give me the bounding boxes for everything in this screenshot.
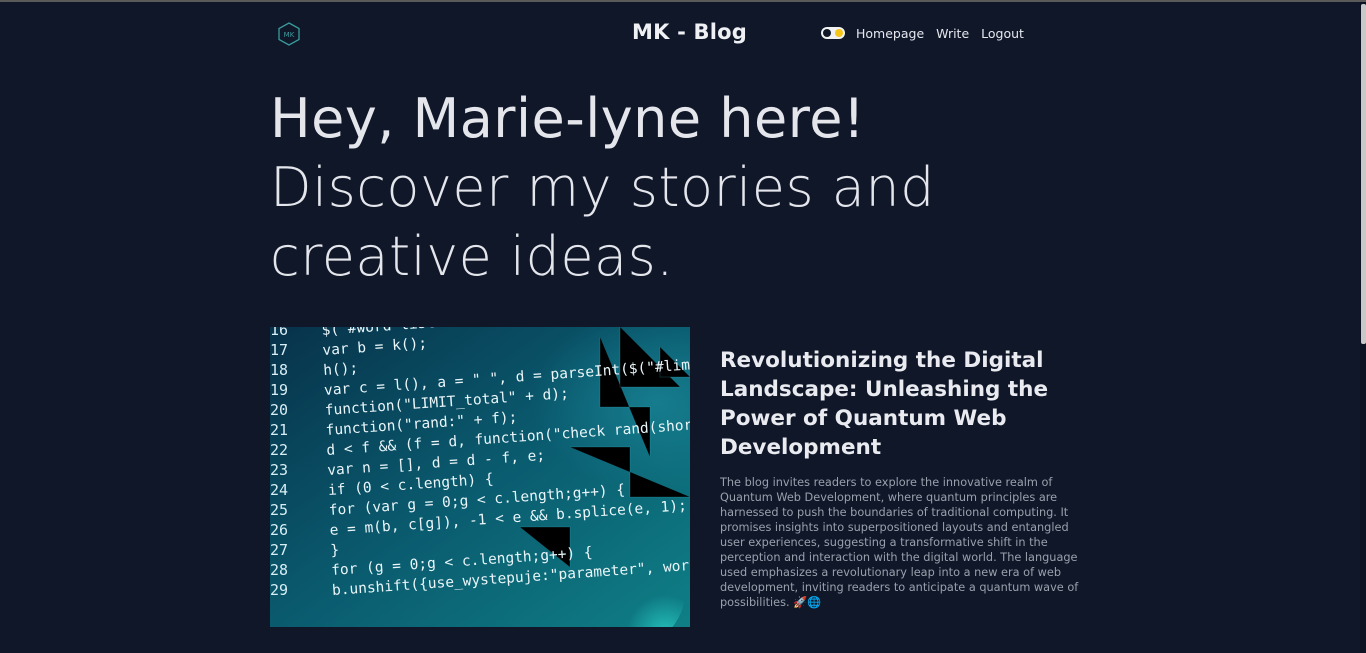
code-line-number: 19 [270,381,288,399]
code-line-number: 17 [270,341,288,359]
site-header: MK MK - Blog Homepage Write Logout [270,2,1024,64]
code-line-number: 29 [270,581,288,599]
main-nav: Homepage Write Logout [856,26,1024,41]
theme-toggle[interactable] [821,27,845,39]
code-screenshot-image: 16$("#word-list-out").e(" ");17var b = k… [270,327,690,627]
scrollbar-thumb[interactable] [1361,4,1366,344]
code-line-number: 24 [270,481,288,499]
code-line-number: 16 [270,327,288,339]
nav-homepage-link[interactable]: Homepage [856,26,924,41]
hero-heading: Hey, Marie-lyne here! Discover my storie… [270,84,1030,291]
hero-greeting: Hey, Marie-lyne here! [270,87,866,150]
sun-icon [835,29,843,37]
hero-line-2: Discover my stories and [270,156,935,219]
code-line-number: 26 [270,521,288,539]
code-line-number: 18 [270,361,288,379]
featured-post-image[interactable]: 16$("#word-list-out").e(" ");17var b = k… [270,327,690,627]
code-line-number: 21 [270,421,288,439]
code-line-number: 22 [270,441,288,459]
logo-text: MK [284,31,295,39]
featured-post-title[interactable]: Revolutionizing the Digital Landscape: U… [720,346,1080,462]
code-line-number: 28 [270,561,288,579]
hero-line-3: creative ideas. [270,225,674,288]
mk-logo-icon[interactable]: MK [278,22,300,46]
code-line-number: 27 [270,541,288,559]
page-scrollbar[interactable] [1360,2,1366,653]
featured-post-description: The blog invites readers to explore the … [720,476,1079,609]
code-line-text: h(); [323,361,359,379]
code-line-text: } [330,542,340,559]
toggle-knob [823,29,831,37]
nav-logout-link[interactable]: Logout [981,26,1024,41]
code-line-number: 23 [270,461,288,479]
nav-write-link[interactable]: Write [936,26,969,41]
code-line-number: 25 [270,501,288,519]
code-line-number: 20 [270,401,288,419]
site-title: MK - Blog [632,20,747,44]
